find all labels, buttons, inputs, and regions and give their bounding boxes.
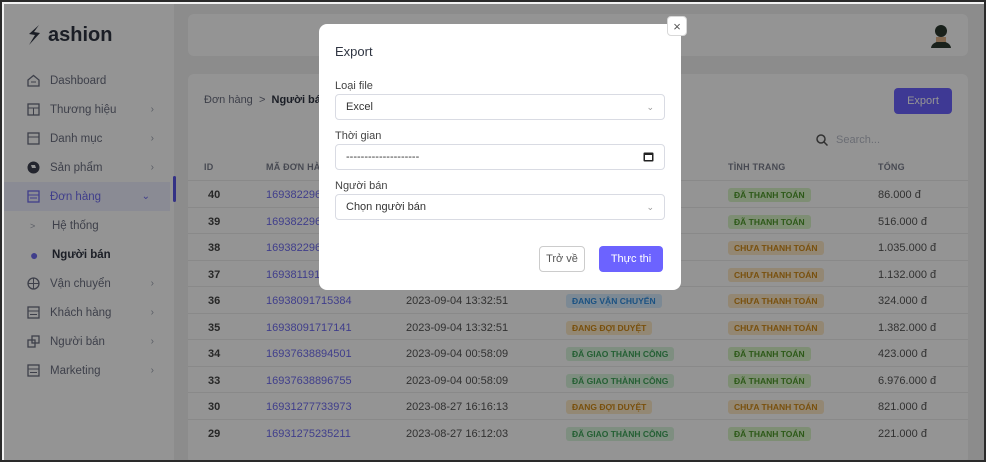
calendar-icon[interactable] (643, 151, 654, 165)
file-type-select[interactable]: Excel ⌄ (335, 94, 665, 120)
modal-title: Export (335, 44, 373, 59)
file-type-value: Excel (346, 101, 373, 113)
time-label: Thời gian (335, 130, 382, 142)
time-date-input[interactable]: -------------------- (335, 144, 665, 170)
chevron-down-icon: ⌄ (646, 202, 654, 212)
file-type-label: Loại file (335, 80, 373, 92)
seller-label: Người bán (335, 180, 388, 192)
run-button[interactable]: Thực thi (599, 246, 663, 272)
app-frame: ashion Dashboard Thương hiệu › Danh mục › Sản… (0, 0, 986, 462)
close-icon[interactable]: × (667, 16, 687, 36)
seller-select[interactable]: Chọn người bán ⌄ (335, 194, 665, 220)
export-modal: Export Loại file Excel ⌄ Thời gian -----… (319, 24, 681, 290)
back-button[interactable]: Trở về (539, 246, 585, 272)
seller-value: Chọn người bán (346, 201, 427, 213)
chevron-down-icon: ⌄ (646, 102, 654, 112)
time-value: -------------------- (346, 151, 420, 163)
